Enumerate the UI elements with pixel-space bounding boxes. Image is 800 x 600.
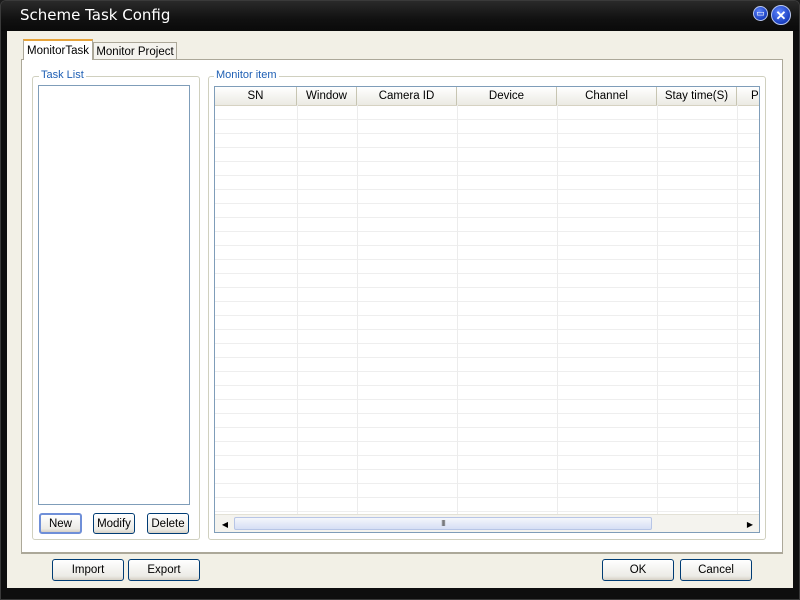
task-list-box[interactable]: [38, 85, 190, 505]
grid-column-line: [297, 105, 298, 515]
export-button[interactable]: Export: [128, 559, 200, 581]
column-header-stay-time[interactable]: Stay time(S): [657, 87, 737, 105]
restore-icon[interactable]: ▭: [753, 6, 768, 21]
tab-monitortask[interactable]: MonitorTask: [23, 39, 93, 60]
column-header-channel[interactable]: Channel: [557, 87, 657, 105]
column-header-p[interactable]: P: [737, 87, 759, 105]
monitor-item-table[interactable]: SN Window Camera ID Device Channel Stay …: [214, 86, 760, 533]
monitor-item-label: Monitor item: [214, 69, 279, 81]
tab-panel: Task List New Modify Delete Monitor item…: [21, 59, 783, 553]
grid-column-line: [657, 105, 658, 515]
column-header-sn[interactable]: SN: [215, 87, 297, 105]
grid-column-line: [357, 105, 358, 515]
column-header-window[interactable]: Window: [297, 87, 357, 105]
scroll-right-icon[interactable]: ▶: [743, 517, 757, 531]
window-title: Scheme Task Config: [20, 6, 171, 24]
window: Scheme Task Config ▭ ✕ MonitorTask Monit…: [0, 0, 800, 600]
task-list-label: Task List: [39, 69, 86, 81]
ok-button[interactable]: OK: [602, 559, 674, 581]
close-icon[interactable]: ✕: [771, 5, 791, 25]
scroll-left-icon[interactable]: ◀: [218, 517, 232, 531]
window-bottom-border: [1, 588, 799, 599]
table-header: SN Window Camera ID Device Channel Stay …: [215, 87, 759, 106]
scrollbar-grip: III: [441, 519, 446, 528]
column-header-device[interactable]: Device: [457, 87, 557, 105]
tab-monitor-project[interactable]: Monitor Project: [93, 42, 177, 60]
footer-divider: [21, 553, 783, 554]
grid-column-line: [737, 105, 738, 515]
import-button[interactable]: Import: [52, 559, 124, 581]
title-bar[interactable]: Scheme Task Config ▭ ✕: [1, 1, 799, 31]
cancel-button[interactable]: Cancel: [680, 559, 752, 581]
column-header-camera-id[interactable]: Camera ID: [357, 87, 457, 105]
horizontal-scrollbar[interactable]: ◀ III ▶: [215, 514, 759, 532]
grid-column-line: [457, 105, 458, 515]
grid-column-line: [557, 105, 558, 515]
scrollbar-thumb[interactable]: III: [234, 517, 652, 530]
delete-button[interactable]: Delete: [147, 513, 189, 534]
dialog-body: MonitorTask Monitor Project Task List Ne…: [7, 31, 793, 588]
modify-button[interactable]: Modify: [93, 513, 135, 534]
new-button[interactable]: New: [39, 513, 82, 534]
